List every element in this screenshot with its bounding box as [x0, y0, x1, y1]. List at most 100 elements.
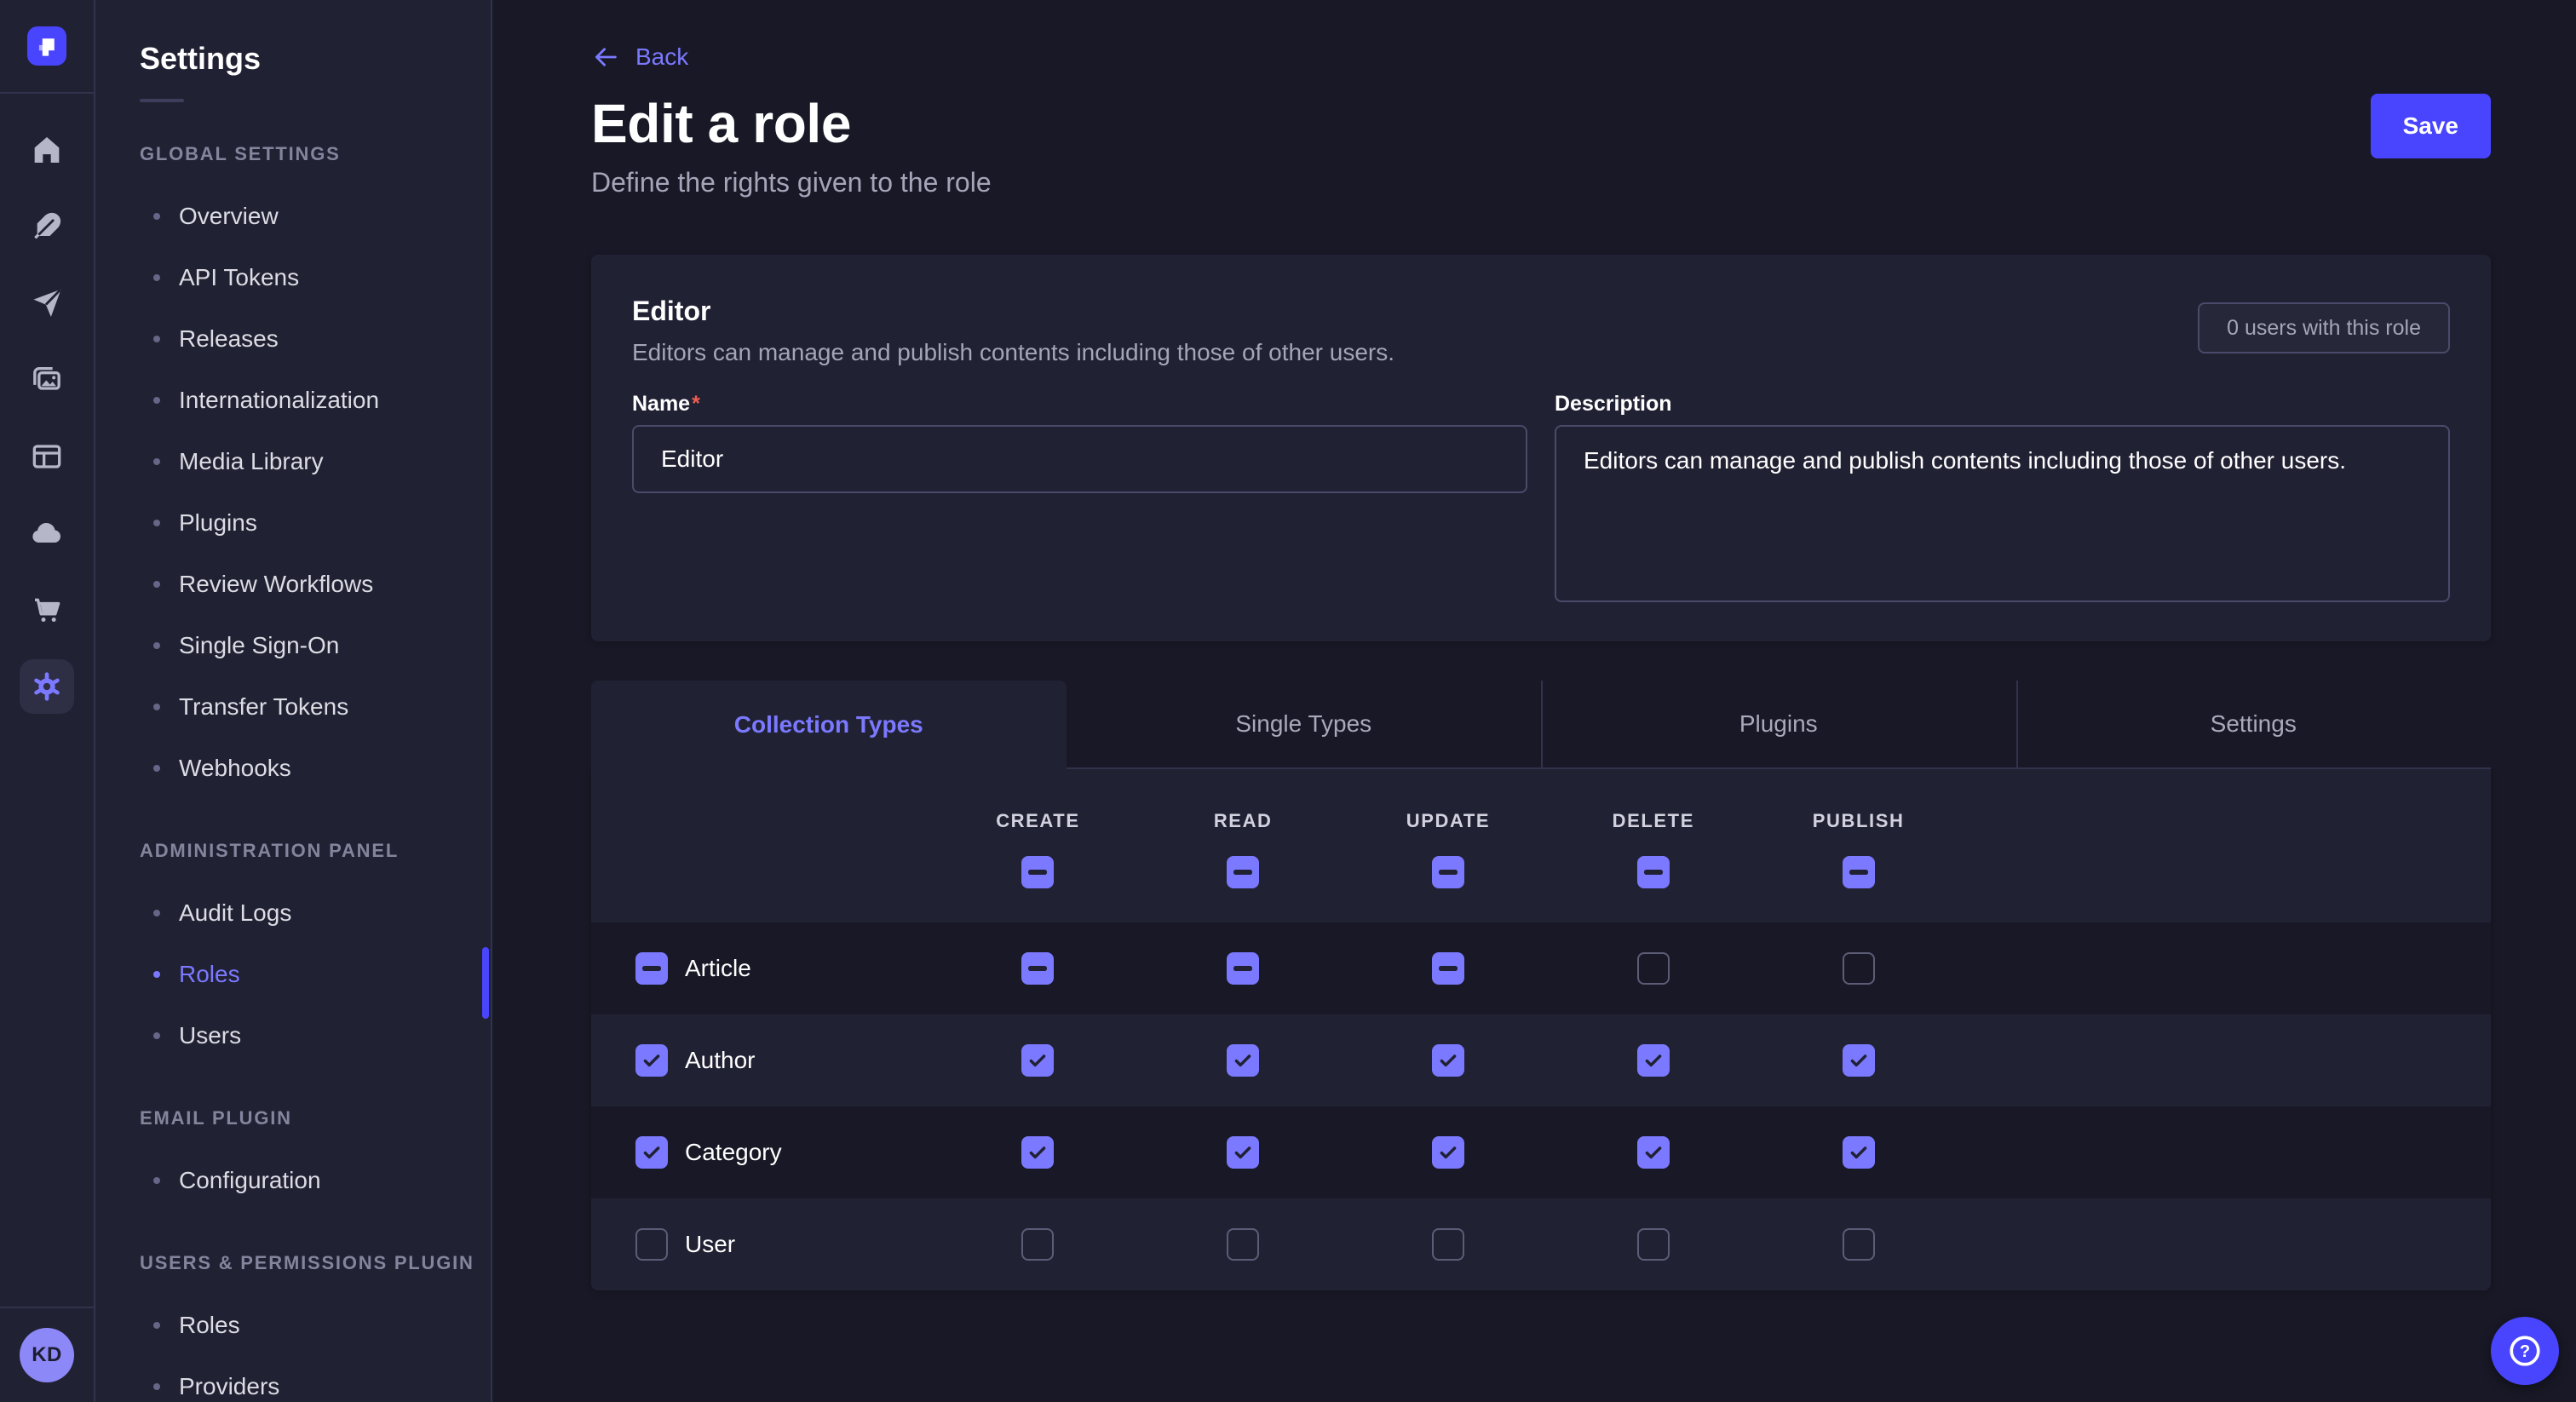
page-title: Edit a role — [591, 92, 2491, 155]
column-label: READ — [1214, 810, 1273, 832]
gear-icon[interactable] — [30, 669, 64, 704]
sidebar-item-label: Overview — [179, 203, 279, 230]
sidebar-section: EMAIL PLUGIN Configuration — [95, 1107, 491, 1211]
check-icon — [1026, 1049, 1049, 1072]
sidebar-item-providers[interactable]: Providers — [95, 1356, 491, 1402]
tab-plugins[interactable]: Plugins — [1541, 681, 2016, 769]
save-button[interactable]: Save — [2371, 94, 2491, 158]
author-delete-checkbox[interactable] — [1637, 1044, 1670, 1077]
row-user-checkbox[interactable] — [635, 1228, 668, 1261]
category-delete-checkbox[interactable] — [1637, 1136, 1670, 1169]
svg-text:?: ? — [2520, 1342, 2530, 1361]
user-avatar[interactable]: KD — [20, 1328, 74, 1382]
select-all-create-checkbox[interactable] — [1021, 856, 1054, 888]
user-read-checkbox[interactable] — [1227, 1228, 1259, 1261]
row-label: Author — [685, 1047, 756, 1074]
help-button[interactable]: ? — [2491, 1317, 2559, 1385]
select-all-read-checkbox[interactable] — [1227, 856, 1259, 888]
user-delete-checkbox[interactable] — [1637, 1228, 1670, 1261]
sidebar-item-roles[interactable]: Roles — [95, 1295, 491, 1356]
article-create-checkbox[interactable] — [1021, 952, 1054, 985]
cell-user-create — [935, 1228, 1141, 1261]
tab-single-types[interactable]: Single Types — [1067, 681, 1542, 769]
row-article-checkbox[interactable] — [635, 952, 668, 985]
row-author-checkbox[interactable] — [635, 1044, 668, 1077]
sidebar-item-plugins[interactable]: Plugins — [95, 492, 491, 554]
indeterminate-dash-icon — [1233, 870, 1252, 874]
cell-article-delete — [1550, 952, 1756, 985]
sidebar-item-review-workflows[interactable]: Review Workflows — [95, 554, 491, 615]
category-update-checkbox[interactable] — [1432, 1136, 1464, 1169]
sidebar-item-roles[interactable]: Roles — [95, 944, 491, 1005]
cell-user-publish — [1756, 1228, 1961, 1261]
cloud-icon[interactable] — [30, 516, 64, 550]
category-create-checkbox[interactable] — [1021, 1136, 1054, 1169]
role-description-line: Editors can manage and publish contents … — [632, 339, 2450, 366]
check-icon — [1232, 1141, 1254, 1164]
home-icon[interactable] — [30, 133, 64, 167]
article-delete-checkbox[interactable] — [1637, 952, 1670, 985]
cell-category-publish — [1756, 1136, 1961, 1169]
cart-icon[interactable] — [30, 593, 64, 627]
sidebar-item-configuration[interactable]: Configuration — [95, 1150, 491, 1211]
sidebar-item-label: Releases — [179, 325, 279, 353]
strapi-logo[interactable] — [27, 26, 66, 66]
back-link[interactable]: Back — [591, 43, 688, 72]
cell-author-read — [1141, 1044, 1346, 1077]
sidebar-title: Settings — [140, 41, 491, 77]
category-read-checkbox[interactable] — [1227, 1136, 1259, 1169]
row-label: Category — [685, 1139, 782, 1166]
cell-author-delete — [1550, 1044, 1756, 1077]
tab-settings[interactable]: Settings — [2016, 681, 2492, 769]
bullet-icon — [153, 1322, 160, 1329]
name-input[interactable] — [632, 425, 1527, 493]
sidebar-item-audit-logs[interactable]: Audit Logs — [95, 882, 491, 944]
role-fields: Name* Description Editors can manage and… — [632, 392, 2450, 609]
indeterminate-dash-icon — [642, 966, 661, 970]
sidebar-item-transfer-tokens[interactable]: Transfer Tokens — [95, 676, 491, 738]
sidebar-item-label: Configuration — [179, 1167, 321, 1194]
sidebar-item-media-library[interactable]: Media Library — [95, 431, 491, 492]
role-details-card: Editor Editors can manage and publish co… — [591, 255, 2491, 641]
author-publish-checkbox[interactable] — [1843, 1044, 1875, 1077]
feather-icon[interactable] — [30, 210, 64, 244]
indeterminate-dash-icon — [1644, 870, 1663, 874]
sidebar-item-internationalization[interactable]: Internationalization — [95, 370, 491, 431]
sidebar-item-single-sign-on[interactable]: Single Sign-On — [95, 615, 491, 676]
category-publish-checkbox[interactable] — [1843, 1136, 1875, 1169]
tab-collection-types[interactable]: Collection Types — [591, 681, 1067, 769]
select-all-publish-checkbox[interactable] — [1843, 856, 1875, 888]
description-textarea[interactable]: Editors can manage and publish contents … — [1555, 425, 2450, 602]
section-label: EMAIL PLUGIN — [140, 1107, 491, 1129]
sidebar-item-releases[interactable]: Releases — [95, 308, 491, 370]
users-with-role-badge[interactable]: 0 users with this role — [2198, 302, 2450, 353]
section-item-list: Overview API Tokens Releases Internationali… — [95, 186, 491, 799]
sidebar-item-users[interactable]: Users — [95, 1005, 491, 1066]
article-read-checkbox[interactable] — [1227, 952, 1259, 985]
sidebar-item-webhooks[interactable]: Webhooks — [95, 738, 491, 799]
article-update-checkbox[interactable] — [1432, 952, 1464, 985]
author-read-checkbox[interactable] — [1227, 1044, 1259, 1077]
cell-user-delete — [1550, 1228, 1756, 1261]
author-update-checkbox[interactable] — [1432, 1044, 1464, 1077]
layout-icon[interactable] — [30, 440, 64, 474]
user-create-checkbox[interactable] — [1021, 1228, 1054, 1261]
sidebar-scrollbar-thumb[interactable] — [482, 947, 489, 1019]
user-update-checkbox[interactable] — [1432, 1228, 1464, 1261]
bullet-icon — [153, 642, 160, 649]
row-category-checkbox[interactable] — [635, 1136, 668, 1169]
paper-plane-icon[interactable] — [30, 286, 64, 320]
sidebar-item-label: Roles — [179, 1312, 240, 1339]
images-icon[interactable] — [30, 363, 64, 397]
back-arrow-icon — [591, 43, 620, 72]
article-publish-checkbox[interactable] — [1843, 952, 1875, 985]
sidebar-item-label: Transfer Tokens — [179, 693, 348, 721]
sidebar-item-api-tokens[interactable]: API Tokens — [95, 247, 491, 308]
author-create-checkbox[interactable] — [1021, 1044, 1054, 1077]
user-publish-checkbox[interactable] — [1843, 1228, 1875, 1261]
select-all-delete-checkbox[interactable] — [1637, 856, 1670, 888]
select-all-update-checkbox[interactable] — [1432, 856, 1464, 888]
sidebar-item-overview[interactable]: Overview — [95, 186, 491, 247]
name-field-group: Name* — [632, 392, 1527, 609]
cell-article-update — [1346, 952, 1551, 985]
